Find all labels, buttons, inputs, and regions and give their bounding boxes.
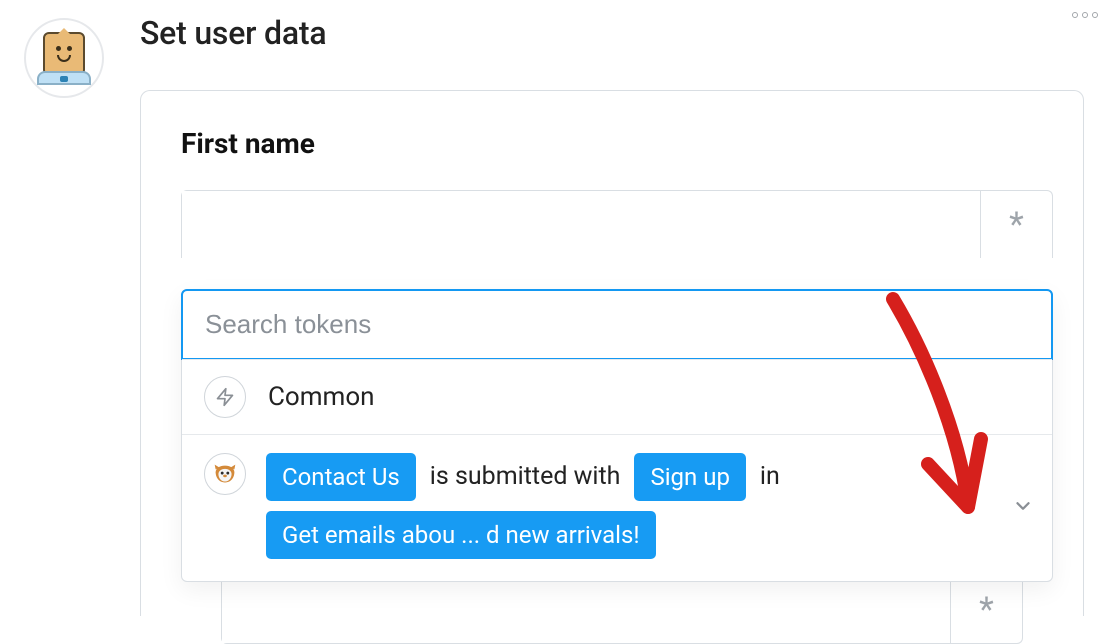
- wpforms-mascot-icon: [204, 453, 246, 495]
- first-name-input-row: *: [181, 190, 1053, 258]
- step-card: First name * * Common: [140, 90, 1084, 616]
- token-chip-context: Get emails abou ... d new arrivals!: [266, 511, 656, 559]
- dot-icon: [1082, 12, 1088, 18]
- avatar-shoulders: [37, 71, 91, 85]
- first-name-input-row-lower: *: [221, 576, 1023, 644]
- trigger-description: Contact Us is submitted with Sign up in …: [266, 453, 1030, 559]
- token-picker-button-lower[interactable]: *: [950, 576, 1022, 643]
- avatar-illustration: [37, 32, 91, 85]
- token-section-label: Common: [268, 382, 375, 412]
- token-dropdown: Common Contact Us is submitted with Sign…: [181, 289, 1053, 582]
- paper-bag-icon: [43, 32, 85, 74]
- dot-icon: [1072, 12, 1078, 18]
- token-chip-action: Sign up: [634, 453, 745, 501]
- token-search-input[interactable]: [205, 309, 1029, 340]
- token-chip-form: Contact Us: [266, 453, 416, 501]
- chevron-down-icon: [1012, 495, 1034, 521]
- more-menu-button[interactable]: [1072, 12, 1098, 18]
- step-title: Set user data: [140, 14, 326, 52]
- dot-icon: [1092, 12, 1098, 18]
- token-section-trigger[interactable]: Contact Us is submitted with Sign up in …: [182, 434, 1052, 581]
- trigger-text-1: is submitted with: [430, 458, 621, 496]
- first-name-input-lower[interactable]: [222, 576, 950, 643]
- token-picker-button[interactable]: *: [980, 191, 1052, 258]
- trigger-text-2: in: [760, 458, 780, 496]
- avatar: [24, 18, 104, 98]
- field-label-first-name: First name: [181, 127, 1083, 160]
- first-name-input[interactable]: [182, 191, 980, 258]
- lightning-icon: [204, 376, 246, 418]
- token-section-common[interactable]: Common: [182, 359, 1052, 434]
- token-search-box: [181, 289, 1053, 360]
